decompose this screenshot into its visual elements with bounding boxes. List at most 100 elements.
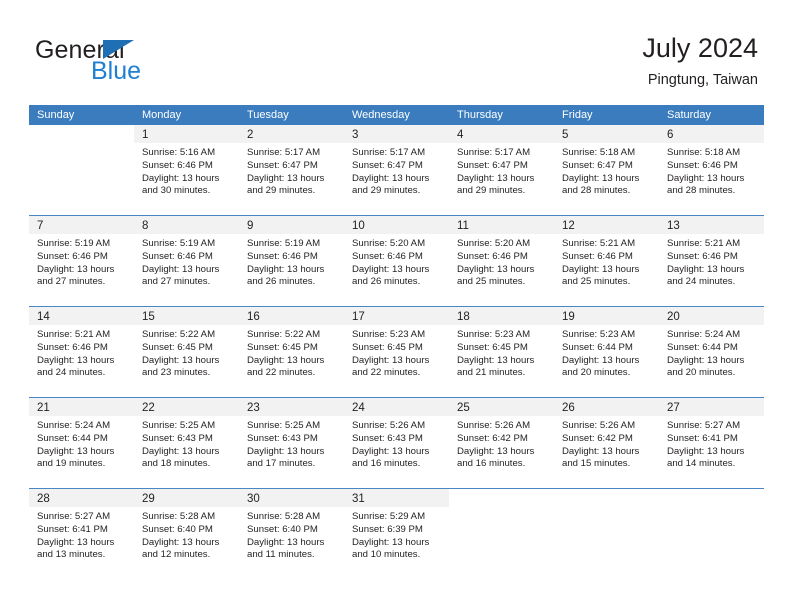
sunrise-text: Sunrise: 5:26 AM [562, 420, 636, 431]
day-number: 14 [37, 311, 50, 323]
calendar-day-cell[interactable]: 14 Sunrise: 5:21 AM Sunset: 6:46 PM Dayligh… [29, 307, 134, 397]
day-sun-info: Sunrise: 5:16 AM Sunset: 6:46 PM Daylight:… [134, 143, 239, 198]
sunset-text: Sunset: 6:47 PM [562, 159, 633, 171]
calendar-day-cell[interactable]: 6 Sunrise: 5:18 AM Sunset: 6:46 PM Daylight… [659, 125, 764, 215]
calendar-day-cell[interactable]: 19 Sunrise: 5:23 AM Sunset: 6:44 PM Dayligh… [554, 307, 659, 397]
daylight-text-line2: and 25 minutes. [562, 276, 631, 288]
daylight-text-line2: and 28 minutes. [562, 185, 631, 197]
calendar-day-cell[interactable]: 27 Sunrise: 5:27 AM Sunset: 6:41 PM Dayligh… [659, 398, 764, 488]
calendar-day-cell[interactable]: 16 Sunrise: 5:22 AM Sunset: 6:45 PM Dayligh… [239, 307, 344, 397]
daylight-text-line2: and 24 minutes. [37, 367, 106, 379]
sunset-text: Sunset: 6:43 PM [142, 432, 213, 444]
calendar-day-cell[interactable]: 29 Sunrise: 5:28 AM Sunset: 6:40 PM Dayligh… [134, 489, 239, 579]
day-number: 15 [142, 311, 155, 323]
calendar-day-cell[interactable]: 11 Sunrise: 5:20 AM Sunset: 6:46 PM Dayligh… [449, 216, 554, 306]
calendar-day-cell[interactable]: 28 Sunrise: 5:27 AM Sunset: 6:41 PM Dayligh… [29, 489, 134, 579]
calendar-day-cell[interactable]: 30 Sunrise: 5:28 AM Sunset: 6:40 PM Dayligh… [239, 489, 344, 579]
sunrise-text: Sunrise: 5:21 AM [562, 238, 636, 249]
day-sun-info: Sunrise: 5:24 AM Sunset: 6:44 PM Daylight:… [29, 416, 134, 471]
title-block: July 2024 Pingtung, Taiwan [642, 32, 758, 90]
day-number: 1 [142, 129, 149, 141]
day-number: 9 [247, 220, 254, 232]
sunset-text: Sunset: 6:47 PM [247, 159, 318, 171]
calendar-day-cell[interactable]: 1 Sunrise: 5:16 AM Sunset: 6:46 PM Daylight… [134, 125, 239, 215]
daylight-text-line1: Daylight: 13 hours [352, 172, 430, 184]
day-sun-info: Sunrise: 5:26 AM Sunset: 6:42 PM Daylight:… [449, 416, 554, 471]
calendar-day-cell[interactable]: 25 Sunrise: 5:26 AM Sunset: 6:42 PM Dayligh… [449, 398, 554, 488]
day-number-strip: 18 [449, 307, 554, 325]
calendar-day-cell[interactable]: 9 Sunrise: 5:19 AM Sunset: 6:46 PM Daylight… [239, 216, 344, 306]
day-number-strip: 7 [29, 216, 134, 234]
day-sun-info: Sunrise: 5:27 AM Sunset: 6:41 PM Daylight:… [29, 507, 134, 562]
daylight-text-line2: and 13 minutes. [37, 549, 106, 561]
day-number: 7 [37, 220, 44, 232]
sunrise-text: Sunrise: 5:18 AM [562, 147, 636, 158]
daylight-text-line2: and 27 minutes. [142, 276, 211, 288]
calendar-day-cell[interactable]: 26 Sunrise: 5:26 AM Sunset: 6:42 PM Dayligh… [554, 398, 659, 488]
daylight-text-line1: Daylight: 13 hours [562, 172, 640, 184]
day-sun-info: Sunrise: 5:17 AM Sunset: 6:47 PM Daylight:… [344, 143, 449, 198]
daylight-text-line1: Daylight: 13 hours [457, 263, 535, 275]
day-sun-info: Sunrise: 5:23 AM Sunset: 6:45 PM Daylight:… [449, 325, 554, 380]
general-blue-logo[interactable]: General Blue [35, 36, 265, 88]
calendar-day-cell[interactable]: 18 Sunrise: 5:23 AM Sunset: 6:45 PM Dayligh… [449, 307, 554, 397]
daylight-text-line2: and 26 minutes. [352, 276, 421, 288]
day-number: 30 [247, 493, 260, 505]
day-number: 2 [247, 129, 254, 141]
calendar-day-cell[interactable]: 17 Sunrise: 5:23 AM Sunset: 6:45 PM Dayligh… [344, 307, 449, 397]
calendar-day-cell[interactable]: 24 Sunrise: 5:26 AM Sunset: 6:43 PM Dayligh… [344, 398, 449, 488]
daylight-text-line1: Daylight: 13 hours [352, 536, 430, 548]
weekday-header-saturday: Saturday [667, 109, 712, 121]
calendar-day-cell[interactable]: 8 Sunrise: 5:19 AM Sunset: 6:46 PM Daylight… [134, 216, 239, 306]
sunrise-text: Sunrise: 5:22 AM [142, 329, 216, 340]
daylight-text-line1: Daylight: 13 hours [142, 263, 220, 275]
calendar-day-cell[interactable]: 22 Sunrise: 5:25 AM Sunset: 6:43 PM Dayligh… [134, 398, 239, 488]
calendar-day-cell[interactable]: 2 Sunrise: 5:17 AM Sunset: 6:47 PM Daylight… [239, 125, 344, 215]
day-number-strip: 31 [344, 489, 449, 507]
calendar-week-row: 14 Sunrise: 5:21 AM Sunset: 6:46 PM Dayligh… [29, 306, 764, 397]
calendar-day-cell[interactable]: 7 Sunrise: 5:19 AM Sunset: 6:46 PM Daylight… [29, 216, 134, 306]
calendar-day-cell[interactable]: 15 Sunrise: 5:22 AM Sunset: 6:45 PM Dayligh… [134, 307, 239, 397]
day-number: 20 [667, 311, 680, 323]
day-number: 3 [352, 129, 359, 141]
calendar-day-cell[interactable]: 3 Sunrise: 5:17 AM Sunset: 6:47 PM Daylight… [344, 125, 449, 215]
day-sun-info: Sunrise: 5:24 AM Sunset: 6:44 PM Daylight:… [659, 325, 764, 380]
sunrise-text: Sunrise: 5:28 AM [247, 511, 321, 522]
sunset-text: Sunset: 6:43 PM [247, 432, 318, 444]
calendar-day-cell[interactable]: 23 Sunrise: 5:25 AM Sunset: 6:43 PM Dayligh… [239, 398, 344, 488]
calendar-day-cell[interactable]: 12 Sunrise: 5:21 AM Sunset: 6:46 PM Dayligh… [554, 216, 659, 306]
day-sun-info: Sunrise: 5:18 AM Sunset: 6:47 PM Daylight:… [554, 143, 659, 198]
daylight-text-line2: and 12 minutes. [142, 549, 211, 561]
day-sun-info: Sunrise: 5:17 AM Sunset: 6:47 PM Daylight:… [449, 143, 554, 198]
daylight-text-line1: Daylight: 13 hours [667, 263, 745, 275]
weekday-header-tuesday: Tuesday [247, 109, 289, 121]
calendar-day-cell[interactable]: 13 Sunrise: 5:21 AM Sunset: 6:46 PM Dayligh… [659, 216, 764, 306]
sunset-text: Sunset: 6:46 PM [142, 250, 213, 262]
day-number: 16 [247, 311, 260, 323]
sunrise-text: Sunrise: 5:24 AM [37, 420, 111, 431]
sunset-text: Sunset: 6:41 PM [667, 432, 738, 444]
calendar-day-cell[interactable]: 21 Sunrise: 5:24 AM Sunset: 6:44 PM Dayligh… [29, 398, 134, 488]
calendar-day-cell[interactable]: 10 Sunrise: 5:20 AM Sunset: 6:46 PM Dayligh… [344, 216, 449, 306]
daylight-text-line2: and 24 minutes. [667, 276, 736, 288]
sunset-text: Sunset: 6:46 PM [457, 250, 528, 262]
day-number-strip [449, 489, 554, 507]
calendar-grid: Sunday Monday Tuesday Wednesday Thursday… [29, 105, 764, 579]
daylight-text-line1: Daylight: 13 hours [562, 354, 640, 366]
sunset-text: Sunset: 6:47 PM [457, 159, 528, 171]
daylight-text-line2: and 18 minutes. [142, 458, 211, 470]
day-number-strip: 9 [239, 216, 344, 234]
day-number: 13 [667, 220, 680, 232]
daylight-text-line2: and 14 minutes. [667, 458, 736, 470]
sunset-text: Sunset: 6:40 PM [142, 523, 213, 535]
daylight-text-line1: Daylight: 13 hours [457, 354, 535, 366]
calendar-day-cell[interactable]: 4 Sunrise: 5:17 AM Sunset: 6:47 PM Daylight… [449, 125, 554, 215]
sunset-text: Sunset: 6:46 PM [667, 250, 738, 262]
calendar-day-cell[interactable]: 31 Sunrise: 5:29 AM Sunset: 6:39 PM Dayligh… [344, 489, 449, 579]
day-sun-info: Sunrise: 5:29 AM Sunset: 6:39 PM Daylight:… [344, 507, 449, 562]
calendar-day-cell[interactable]: 20 Sunrise: 5:24 AM Sunset: 6:44 PM Dayligh… [659, 307, 764, 397]
sunset-text: Sunset: 6:41 PM [37, 523, 108, 535]
calendar-day-cell[interactable]: 5 Sunrise: 5:18 AM Sunset: 6:47 PM Daylight… [554, 125, 659, 215]
daylight-text-line2: and 26 minutes. [247, 276, 316, 288]
daylight-text-line2: and 15 minutes. [562, 458, 631, 470]
